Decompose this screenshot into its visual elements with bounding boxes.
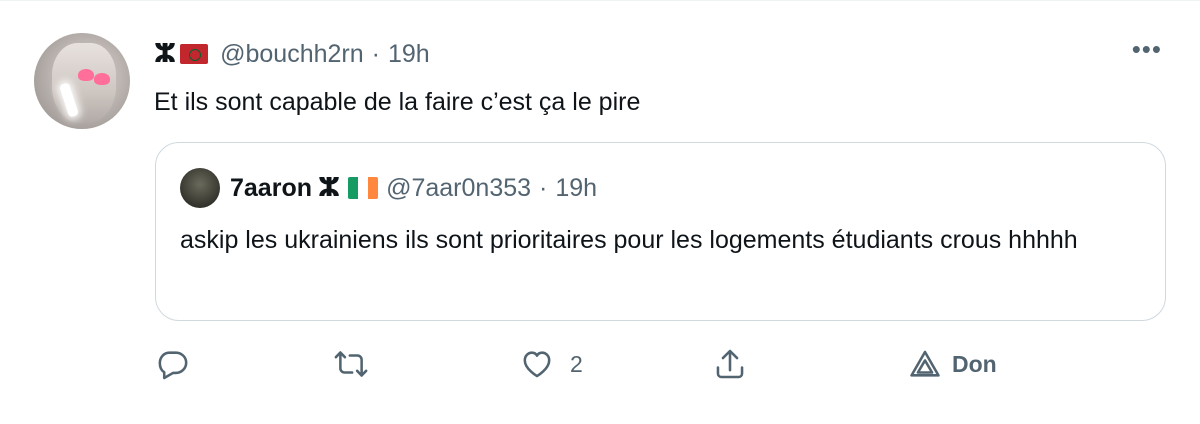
tweet-time[interactable]: 19h	[388, 40, 430, 69]
share-button[interactable]	[713, 347, 747, 381]
action-bar: 2 Don	[0, 341, 1200, 395]
quoted-author-avatar[interactable]	[180, 168, 220, 208]
donate-label: Don	[952, 350, 997, 377]
reply-icon	[158, 351, 188, 380]
share-icon	[716, 349, 744, 379]
quoted-author-name[interactable]: 7aaron	[230, 174, 312, 203]
donate-button[interactable]: Don	[908, 347, 997, 381]
separator-dot: ·	[539, 173, 548, 202]
ireland-flag-icon	[348, 177, 379, 199]
quoted-tweet-time[interactable]: 19h	[555, 174, 597, 203]
separator-dot: ·	[371, 39, 380, 68]
reply-button[interactable]	[156, 347, 190, 381]
like-count: 2	[570, 350, 583, 377]
like-button[interactable]: 2	[520, 347, 583, 381]
quoted-author-handle[interactable]: @7aar0n353	[386, 174, 531, 203]
tweet-header: ⵣ @bouchh2rn · 19h	[154, 39, 430, 69]
quoted-tweet-text: askip les ukrainiens ils sont prioritair…	[180, 226, 1078, 254]
don-triangle-icon	[910, 350, 940, 377]
author-handle[interactable]: @bouchh2rn	[220, 40, 364, 69]
retweet-button[interactable]	[334, 347, 368, 381]
tweet[interactable]: ⵣ @bouchh2rn · 19h ••• Et ils sont capab…	[0, 0, 1200, 424]
amazigh-symbol: ⵣ	[154, 39, 177, 69]
quoted-tweet-header: 7aaron ⵣ @7aar0n353 · 19h	[180, 168, 597, 208]
tweet-text: Et ils sont capable de la faire c’est ça…	[154, 88, 641, 116]
amazigh-symbol: ⵣ	[317, 173, 341, 203]
avatar-heart-left	[78, 69, 94, 81]
quoted-tweet[interactable]: 7aaron ⵣ @7aar0n353 · 19h askip les ukra…	[155, 142, 1166, 321]
author-avatar[interactable]	[34, 33, 130, 129]
retweet-icon	[334, 351, 368, 377]
heart-icon	[523, 351, 551, 378]
morocco-flag-icon	[180, 44, 209, 64]
avatar-heart-right	[94, 73, 110, 85]
more-options-button[interactable]: •••	[1132, 36, 1162, 62]
